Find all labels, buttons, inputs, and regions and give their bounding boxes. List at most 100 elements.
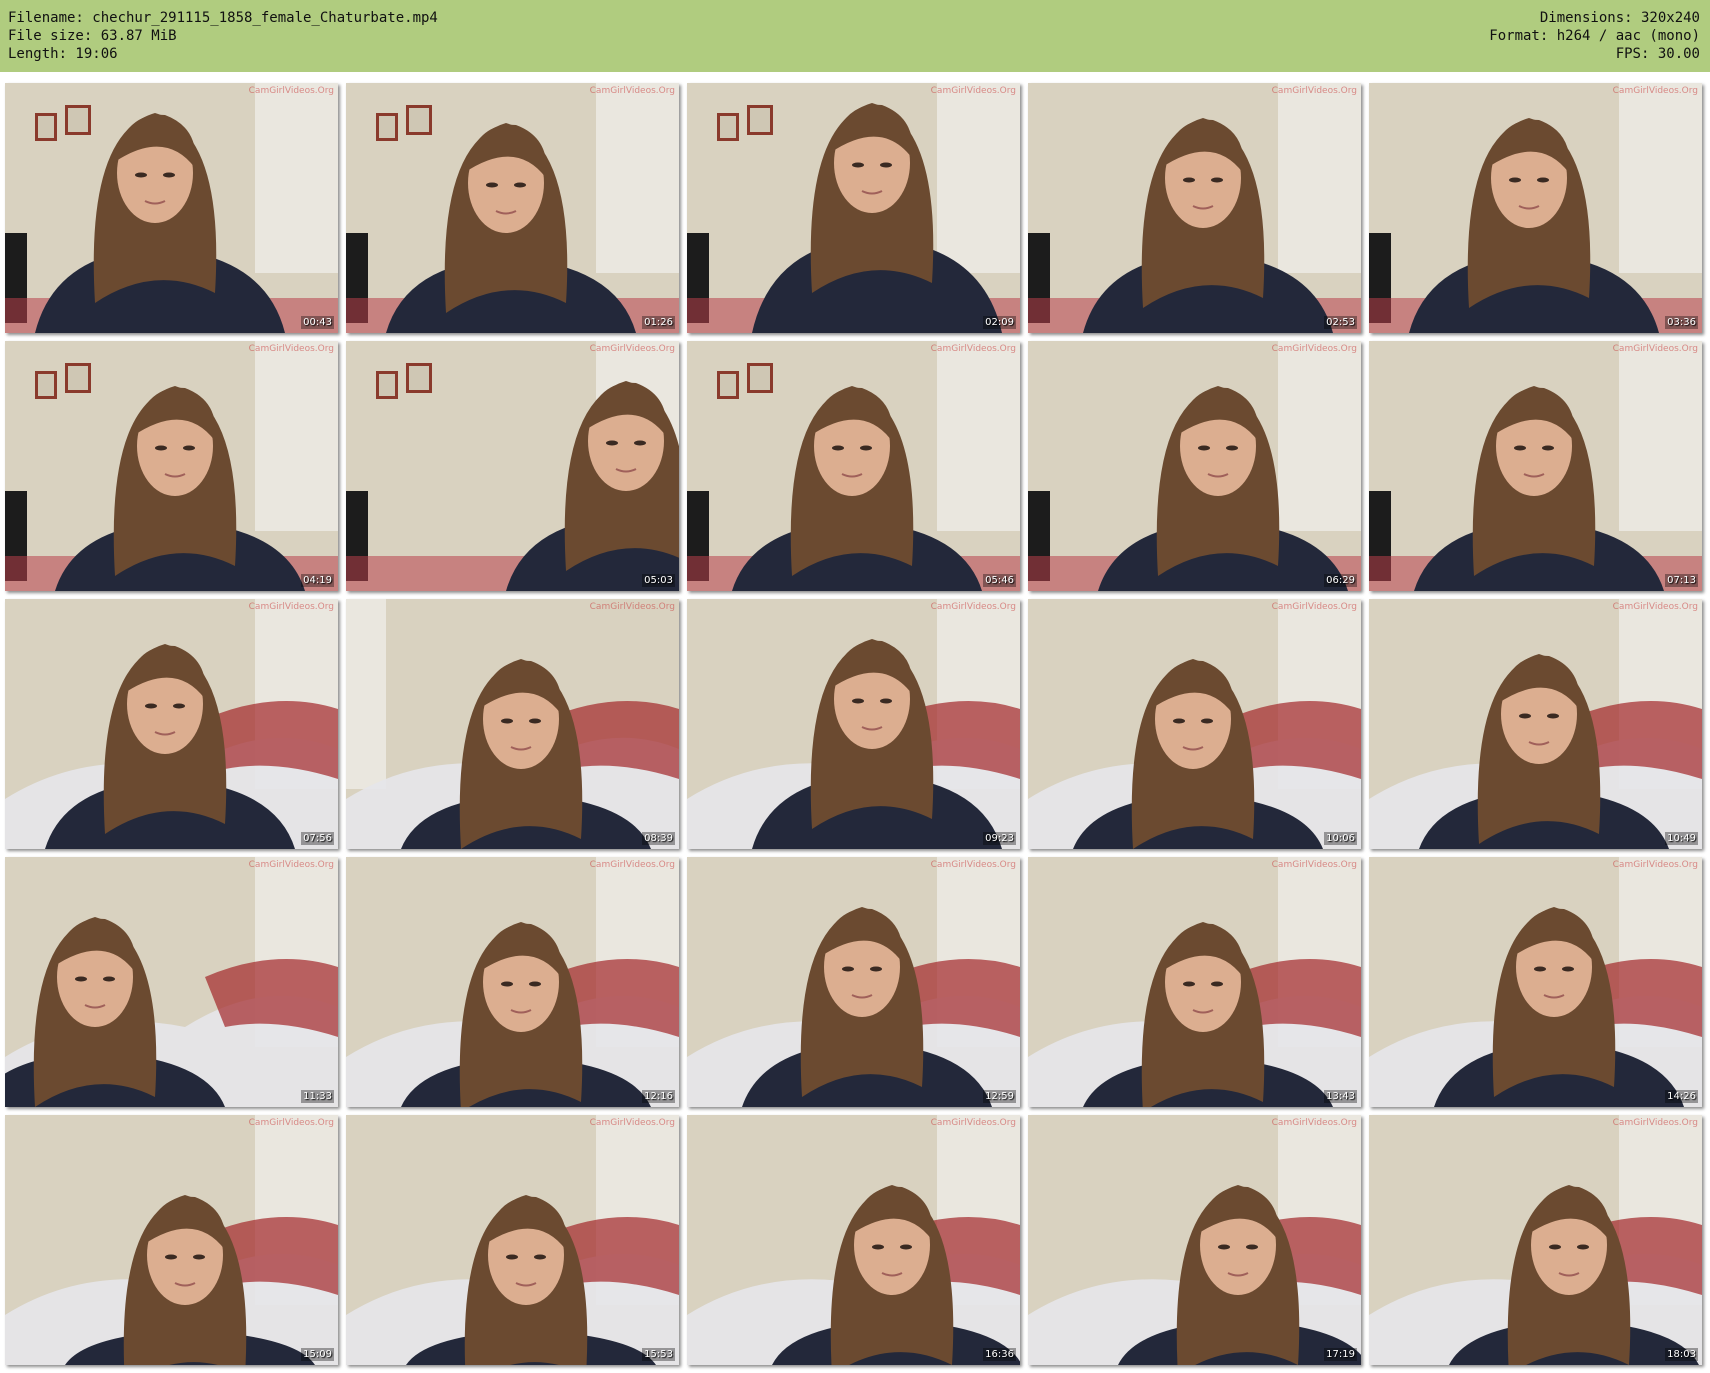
frame-image [1028, 1115, 1361, 1365]
video-thumbnail[interactable]: CamGirlVideos.Org 17:19 [1028, 1115, 1361, 1365]
video-thumbnail[interactable]: CamGirlVideos.Org 15:09 [5, 1115, 338, 1365]
video-thumbnail[interactable]: CamGirlVideos.Org 06:29 [1028, 341, 1361, 591]
timestamp-label: 06:29 [1324, 574, 1357, 587]
filename-text: Filename: chechur_291115_1858_female_Cha… [8, 10, 438, 26]
format-text: Format: h264 / aac (mono) [1489, 28, 1700, 44]
timestamp-label: 18:03 [1665, 1348, 1698, 1361]
timestamp-label: 15:09 [301, 1348, 334, 1361]
timestamp-label: 04:19 [301, 574, 334, 587]
watermark-text: CamGirlVideos.Org [930, 602, 1016, 612]
video-thumbnail[interactable]: CamGirlVideos.Org 02:53 [1028, 83, 1361, 333]
timestamp-label: 01:26 [642, 316, 675, 329]
frame-image [1028, 857, 1361, 1107]
frame-image [5, 341, 338, 591]
metadata-header: Filename: chechur_291115_1858_female_Cha… [0, 0, 1710, 72]
metadata-right: Dimensions: 320x240 Format: h264 / aac (… [1489, 9, 1700, 63]
frame-image [1028, 83, 1361, 333]
video-thumbnail[interactable]: CamGirlVideos.Org 05:46 [687, 341, 1020, 591]
watermark-text: CamGirlVideos.Org [1271, 860, 1357, 870]
video-thumbnail[interactable]: CamGirlVideos.Org 11:33 [5, 857, 338, 1107]
frame-image [1369, 857, 1702, 1107]
video-thumbnail[interactable]: CamGirlVideos.Org 07:56 [5, 599, 338, 849]
watermark-text: CamGirlVideos.Org [1612, 860, 1698, 870]
watermark-text: CamGirlVideos.Org [1612, 344, 1698, 354]
metadata-left: Filename: chechur_291115_1858_female_Cha… [8, 9, 438, 63]
watermark-text: CamGirlVideos.Org [930, 86, 1016, 96]
timestamp-label: 15:53 [642, 1348, 675, 1361]
frame-image [5, 599, 338, 849]
watermark-text: CamGirlVideos.Org [1612, 602, 1698, 612]
frame-image [1369, 1115, 1702, 1365]
fps-text: FPS: 30.00 [1615, 46, 1700, 62]
frame-image [5, 1115, 338, 1365]
frame-image [687, 83, 1020, 333]
video-thumbnail[interactable]: CamGirlVideos.Org 12:59 [687, 857, 1020, 1107]
frame-image [346, 83, 679, 333]
timestamp-label: 10:06 [1324, 832, 1357, 845]
frame-image [346, 341, 679, 591]
watermark-text: CamGirlVideos.Org [589, 86, 675, 96]
filesize-text: File size: 63.87 MiB [8, 28, 177, 44]
timestamp-label: 14:26 [1665, 1090, 1698, 1103]
video-thumbnail[interactable]: CamGirlVideos.Org 05:03 [346, 341, 679, 591]
watermark-text: CamGirlVideos.Org [1271, 86, 1357, 96]
watermark-text: CamGirlVideos.Org [248, 86, 334, 96]
timestamp-label: 07:56 [301, 832, 334, 845]
watermark-text: CamGirlVideos.Org [248, 602, 334, 612]
frame-image [346, 857, 679, 1107]
video-thumbnail[interactable]: CamGirlVideos.Org 15:53 [346, 1115, 679, 1365]
frame-image [346, 1115, 679, 1365]
video-thumbnail[interactable]: CamGirlVideos.Org 04:19 [5, 341, 338, 591]
frame-image [687, 341, 1020, 591]
video-thumbnail[interactable]: CamGirlVideos.Org 14:26 [1369, 857, 1702, 1107]
timestamp-label: 12:16 [642, 1090, 675, 1103]
frame-image [687, 1115, 1020, 1365]
frame-image [687, 599, 1020, 849]
timestamp-label: 02:09 [983, 316, 1016, 329]
frame-image [1369, 599, 1702, 849]
frame-image [687, 857, 1020, 1107]
timestamp-label: 13:43 [1324, 1090, 1357, 1103]
watermark-text: CamGirlVideos.Org [930, 860, 1016, 870]
watermark-text: CamGirlVideos.Org [1271, 1118, 1357, 1128]
video-thumbnail[interactable]: CamGirlVideos.Org 12:16 [346, 857, 679, 1107]
video-thumbnail[interactable]: CamGirlVideos.Org 03:36 [1369, 83, 1702, 333]
frame-image [1028, 341, 1361, 591]
timestamp-label: 09:23 [983, 832, 1016, 845]
frame-image [1369, 83, 1702, 333]
watermark-text: CamGirlVideos.Org [1612, 1118, 1698, 1128]
watermark-text: CamGirlVideos.Org [248, 1118, 334, 1128]
video-thumbnail[interactable]: CamGirlVideos.Org 10:49 [1369, 599, 1702, 849]
watermark-text: CamGirlVideos.Org [1612, 86, 1698, 96]
length-text: Length: 19:06 [8, 46, 118, 62]
watermark-text: CamGirlVideos.Org [248, 344, 334, 354]
timestamp-label: 12:59 [983, 1090, 1016, 1103]
frame-image [5, 83, 338, 333]
timestamp-label: 08:39 [642, 832, 675, 845]
thumbnail-grid: CamGirlVideos.Org 00:43 CamGirlVideos.Org… [5, 83, 1702, 1365]
video-thumbnail[interactable]: CamGirlVideos.Org 07:13 [1369, 341, 1702, 591]
frame-image [346, 599, 679, 849]
timestamp-label: 10:49 [1665, 832, 1698, 845]
timestamp-label: 05:03 [642, 574, 675, 587]
watermark-text: CamGirlVideos.Org [589, 602, 675, 612]
video-thumbnail[interactable]: CamGirlVideos.Org 09:23 [687, 599, 1020, 849]
watermark-text: CamGirlVideos.Org [589, 860, 675, 870]
timestamp-label: 11:33 [301, 1090, 334, 1103]
timestamp-label: 17:19 [1324, 1348, 1357, 1361]
watermark-text: CamGirlVideos.Org [1271, 344, 1357, 354]
video-thumbnail[interactable]: CamGirlVideos.Org 16:36 [687, 1115, 1020, 1365]
video-thumbnail[interactable]: CamGirlVideos.Org 02:09 [687, 83, 1020, 333]
timestamp-label: 05:46 [983, 574, 1016, 587]
video-thumbnail[interactable]: CamGirlVideos.Org 18:03 [1369, 1115, 1702, 1365]
timestamp-label: 07:13 [1665, 574, 1698, 587]
frame-image [1028, 599, 1361, 849]
video-thumbnail[interactable]: CamGirlVideos.Org 00:43 [5, 83, 338, 333]
watermark-text: CamGirlVideos.Org [930, 344, 1016, 354]
timestamp-label: 16:36 [983, 1348, 1016, 1361]
video-thumbnail[interactable]: CamGirlVideos.Org 13:43 [1028, 857, 1361, 1107]
video-thumbnail[interactable]: CamGirlVideos.Org 01:26 [346, 83, 679, 333]
video-thumbnail[interactable]: CamGirlVideos.Org 08:39 [346, 599, 679, 849]
video-thumbnail[interactable]: CamGirlVideos.Org 10:06 [1028, 599, 1361, 849]
timestamp-label: 02:53 [1324, 316, 1357, 329]
